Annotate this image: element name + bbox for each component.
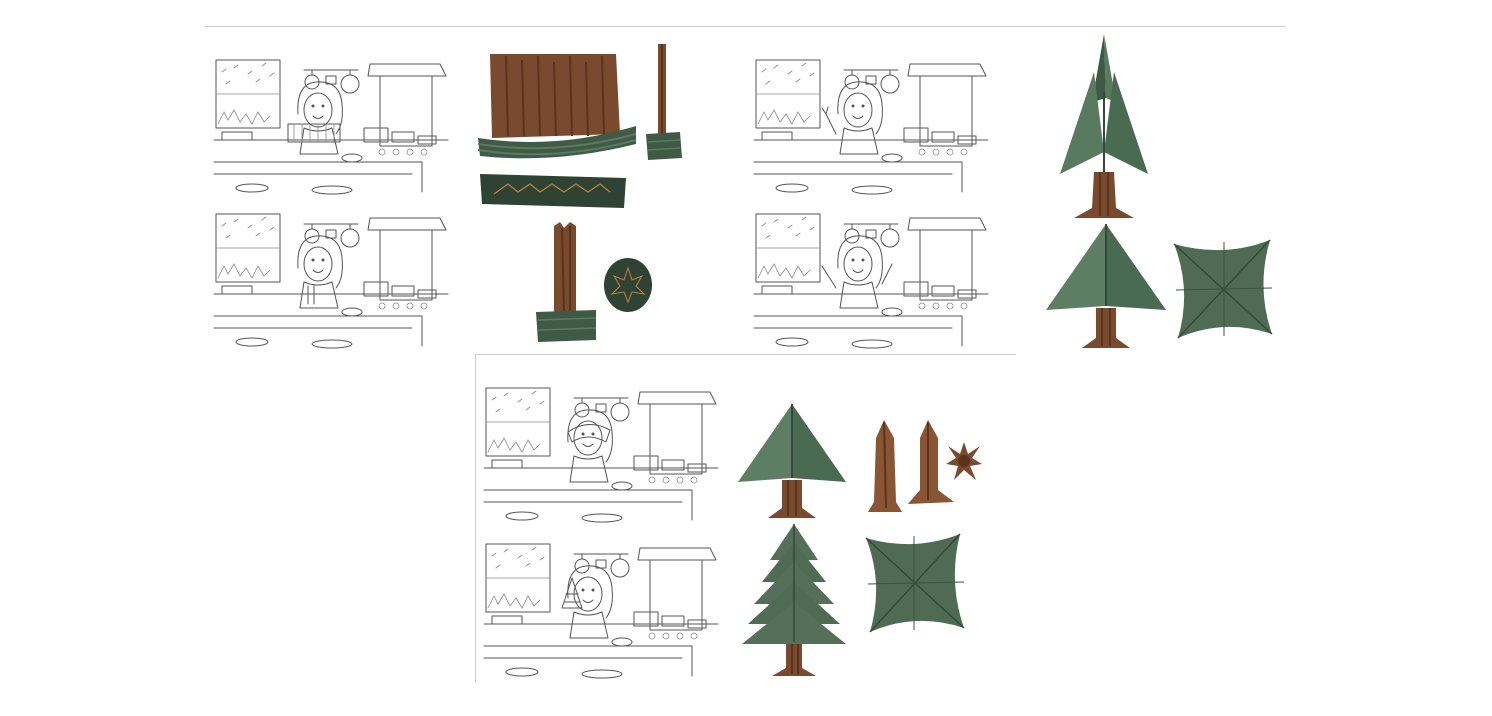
split-trunk-pieces xyxy=(866,418,956,514)
star-cut-circle xyxy=(602,256,654,314)
storyboard-cover-eyes xyxy=(482,382,720,523)
tree-cone xyxy=(736,402,848,520)
layered-tree xyxy=(740,522,848,678)
storyboard-hold-tree xyxy=(482,538,720,679)
tall-trunk-stick xyxy=(644,42,684,164)
small-tree-model xyxy=(1044,222,1168,350)
short-trunk-stick xyxy=(534,220,598,344)
storyboard-wave-both-hands xyxy=(752,208,990,349)
storyboard-pleat-front xyxy=(212,54,450,195)
storyboard-pleat-side xyxy=(212,208,450,349)
pleated-trunk-paper xyxy=(476,52,640,164)
folded-base-strip xyxy=(478,172,628,210)
top-divider xyxy=(205,26,1286,27)
square-fold-base-2 xyxy=(864,532,966,634)
storyboard-wave xyxy=(752,54,990,195)
tall-tree-model xyxy=(1058,32,1150,220)
square-fold-base xyxy=(1172,238,1276,340)
burst-star xyxy=(944,440,984,482)
